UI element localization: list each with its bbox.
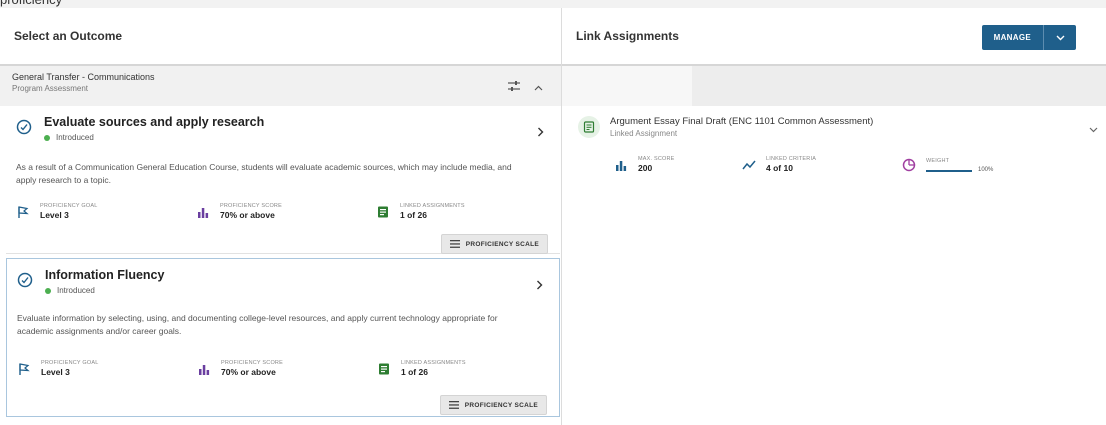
flag-icon: [16, 205, 30, 219]
linked-assignments: LINKED ASSIGNMENTS 1 of 26: [376, 203, 556, 221]
chevron-down-icon[interactable]: [1089, 120, 1098, 138]
pie-chart-icon: [902, 158, 916, 172]
metric-value: 1 of 26: [400, 210, 427, 220]
outcome-card[interactable]: Evaluate sources and apply research Intr…: [6, 106, 560, 254]
metric-label: PROFICIENCY SCORE: [221, 360, 283, 366]
linked-assignment-item[interactable]: Argument Essay Final Draft (ENC 1101 Com…: [578, 116, 1098, 186]
outcome-description: Evaluate information by selecting, using…: [17, 313, 498, 336]
metric-label: WEIGHT: [926, 157, 950, 164]
assignment-title: Argument Essay Final Draft (ENC 1101 Com…: [610, 116, 874, 127]
scale-button-label: PROFICIENCY SCALE: [465, 240, 539, 248]
proficiency-goal: PROFICIENCY GOAL Level 3: [17, 360, 197, 378]
scale-button-label: PROFICIENCY SCALE: [464, 401, 538, 409]
scale-icon: [449, 235, 460, 253]
weight: WEIGHT 100%: [902, 156, 993, 174]
chevron-up-icon[interactable]: [534, 78, 543, 96]
flag-icon: [17, 362, 31, 376]
scale-icon: [448, 396, 459, 414]
weight-value: 100%: [978, 166, 994, 173]
proficiency-score: PROFICIENCY SCORE 70% or above: [196, 203, 376, 221]
assignment-metrics: MAX. SCORE 200 LINKED CRITERIA 4 of 10 WEI…: [614, 156, 993, 174]
outcome-metrics: PROFICIENCY GOAL Level 3 PROFICIENCY SCOR…: [16, 203, 556, 221]
status-text: Introduced: [56, 133, 94, 142]
metric-value: 200: [638, 163, 653, 173]
target-icon: [17, 272, 33, 288]
outcome-panel-header: Select an Outcome: [0, 8, 561, 66]
group-subtitle: Program Assessment: [12, 84, 89, 93]
chevron-right-icon[interactable]: [537, 126, 544, 140]
metric-label: LINKED ASSIGNMENTS: [400, 203, 465, 209]
metric-label: PROFICIENCY GOAL: [40, 203, 98, 209]
metric-value: 4 of 10: [766, 163, 793, 173]
weight-bar: [926, 169, 972, 172]
top-strip: proficiency: [0, 0, 1106, 8]
metric-label: PROFICIENCY SCORE: [220, 203, 282, 209]
metric-value: 70% or above: [221, 367, 276, 377]
outcome-title: Information Fluency: [45, 268, 165, 282]
assignment-icon: [377, 362, 391, 376]
status-dot: [44, 134, 50, 141]
link-assignments-panel: Link Assignments MANAGE Argument Essay F…: [562, 8, 1106, 425]
sliders-icon[interactable]: [508, 78, 520, 96]
linked-criteria: LINKED CRITERIA 4 of 10: [742, 156, 902, 174]
outcome-panel-title: Select an Outcome: [14, 29, 123, 43]
clipped-text: proficiency: [0, 0, 62, 7]
metric-value: 1 of 26: [401, 367, 428, 377]
proficiency-goal: PROFICIENCY GOAL Level 3: [16, 203, 196, 221]
status-dot: [45, 287, 51, 294]
assignment-icon: [578, 116, 600, 138]
metric-value: Level 3: [41, 367, 70, 377]
linked-assignments: LINKED ASSIGNMENTS 1 of 26: [377, 360, 557, 378]
metric-value: 70% or above: [220, 210, 275, 220]
bar-chart-icon: [196, 205, 210, 219]
outcome-group-header[interactable]: General Transfer - Communications Progra…: [0, 66, 561, 106]
link-assignments-title: Link Assignments: [576, 29, 679, 43]
assignment-icon: [376, 205, 390, 219]
assignment-subtitle: Linked Assignment: [610, 129, 678, 138]
proficiency-scale-button[interactable]: PROFICIENCY SCALE: [440, 234, 548, 254]
group-title: General Transfer - Communications: [12, 72, 155, 82]
outcome-metrics: PROFICIENCY GOAL Level 3 PROFICIENCY SCOR…: [17, 360, 557, 378]
outcome-description: As a result of a Communication General E…: [16, 162, 512, 185]
proficiency-score: PROFICIENCY SCORE 70% or above: [197, 360, 377, 378]
manage-button[interactable]: MANAGE: [982, 25, 1044, 50]
bar-chart-icon: [614, 158, 628, 172]
metric-label: LINKED ASSIGNMENTS: [401, 360, 466, 366]
metric-label: MAX. SCORE: [638, 156, 675, 162]
outcome-card-selected[interactable]: Information Fluency Introduced Evaluate …: [6, 258, 560, 417]
metric-value: Level 3: [40, 210, 69, 220]
chevron-down-icon[interactable]: [1044, 25, 1076, 50]
outcome-title: Evaluate sources and apply research: [44, 115, 265, 129]
status-text: Introduced: [57, 286, 95, 295]
max-score: MAX. SCORE 200: [614, 156, 742, 174]
proficiency-scale-button[interactable]: PROFICIENCY SCALE: [439, 395, 547, 415]
target-icon: [16, 119, 32, 135]
manage-split-button[interactable]: MANAGE: [981, 25, 1076, 50]
trend-line-icon: [742, 158, 756, 172]
chevron-right-icon[interactable]: [536, 279, 543, 293]
metric-label: PROFICIENCY GOAL: [41, 360, 99, 366]
bar-chart-icon: [197, 362, 211, 376]
assignments-toolbar: [562, 66, 1106, 106]
metric-label: LINKED CRITERIA: [766, 156, 817, 162]
